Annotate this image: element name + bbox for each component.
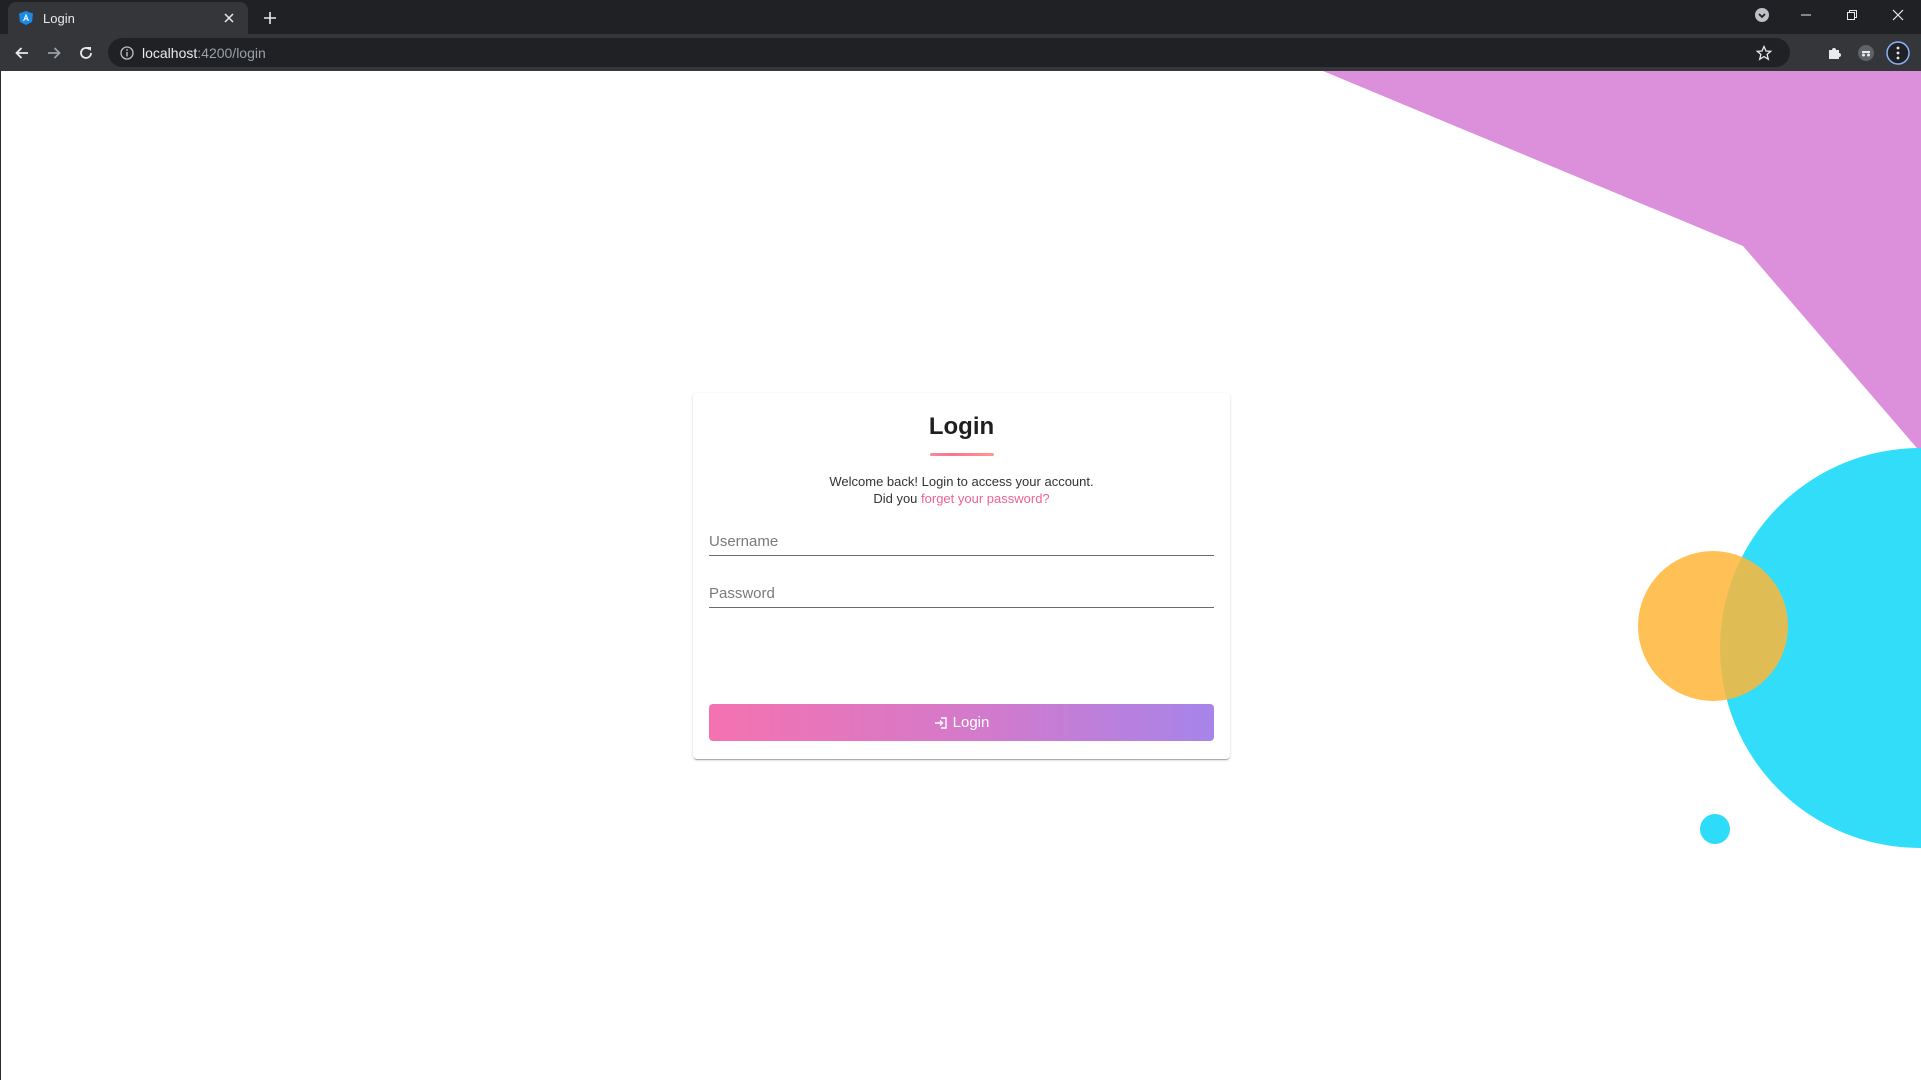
page-viewport: Login Welcome back! Login to access your… (0, 71, 1921, 1080)
forgot-prefix: Did you (873, 491, 922, 506)
url-path: :4200/login (197, 44, 266, 61)
username-input[interactable] (709, 522, 1214, 552)
address-bar[interactable]: localhost:4200/login (108, 38, 1790, 67)
tab-title: Login (43, 10, 75, 26)
bookmark-star-icon[interactable] (1756, 45, 1772, 61)
back-icon[interactable] (8, 39, 36, 67)
new-tab-plus-icon[interactable] (258, 6, 282, 30)
login-button[interactable]: Login (709, 704, 1214, 741)
login-title: Login (928, 413, 995, 440)
window-close-icon[interactable] (1875, 0, 1921, 30)
welcome-line: Welcome back! Login to access your accou… (829, 474, 1094, 489)
purple-shape (1323, 71, 1921, 453)
url-host: localhost (142, 44, 198, 61)
password-input[interactable] (709, 574, 1214, 604)
login-card: Login Welcome back! Login to access your… (693, 393, 1230, 759)
forgot-password-link[interactable]: forget your password? (921, 491, 1050, 506)
login-icon (934, 716, 947, 729)
cyan-small-circle (1700, 814, 1730, 844)
reload-icon[interactable] (72, 39, 100, 67)
welcome-text: Welcome back! Login to access your accou… (693, 473, 1230, 507)
forward-icon[interactable] (40, 39, 68, 67)
extensions-icon[interactable] (1820, 39, 1848, 67)
browser-toolbar: localhost:4200/login (0, 34, 1921, 71)
login-button-label: Login (952, 714, 990, 731)
close-tab-icon[interactable] (220, 9, 238, 27)
browser-tab[interactable]: Login (8, 2, 248, 34)
url-text: localhost:4200/login (142, 45, 266, 61)
title-underline (929, 453, 994, 456)
password-field[interactable] (709, 574, 1214, 608)
angular-favicon-icon (18, 10, 34, 26)
orange-circle (1638, 551, 1788, 701)
chrome-menu-icon[interactable] (1884, 39, 1912, 67)
incognito-icon[interactable] (1852, 39, 1880, 67)
browser-tab-strip: Login (0, 0, 1921, 34)
restore-icon[interactable] (1829, 0, 1875, 30)
username-field[interactable] (709, 522, 1214, 556)
tab-search-icon[interactable] (1739, 0, 1785, 30)
forgot-line: Did you forget your password? (693, 490, 1230, 507)
minimize-icon[interactable] (1783, 0, 1829, 30)
site-info-icon[interactable] (120, 45, 134, 60)
